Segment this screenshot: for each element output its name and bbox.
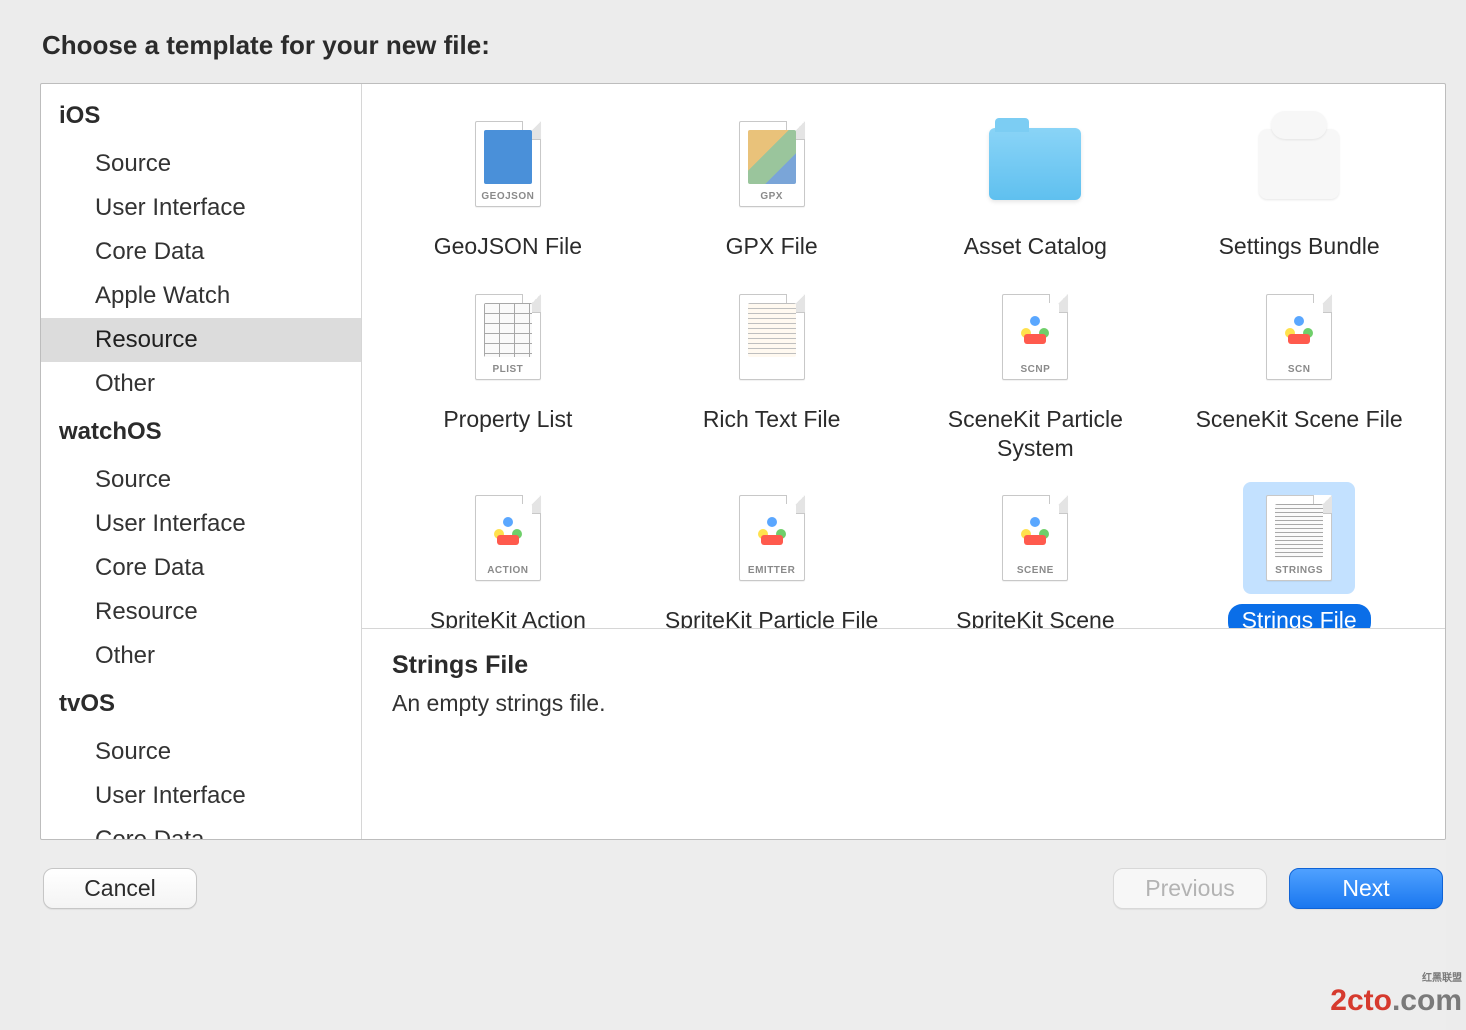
template-item[interactable]: ACTION SpriteKit Action [376, 482, 640, 628]
file-icon: STRINGS [1266, 495, 1332, 581]
template-icon: GPX [716, 108, 828, 220]
sidebar-item[interactable]: Core Data [41, 230, 361, 274]
new-file-template-dialog: Choose a template for your new file: iOS… [40, 0, 1446, 1030]
bundle-icon [1259, 129, 1339, 199]
template-item[interactable]: GPX GPX File [640, 108, 904, 263]
sidebar-item[interactable]: Other [41, 362, 361, 406]
template-label: SpriteKit Scene [942, 604, 1129, 628]
sidebar-header: watchOS [41, 406, 361, 458]
template-icon: SCN [1243, 281, 1355, 393]
file-icon: SCENE [1002, 495, 1068, 581]
sidebar-item[interactable]: Core Data [41, 818, 361, 839]
template-item[interactable]: SCENE SpriteKit Scene [904, 482, 1168, 628]
sidebar-item[interactable]: Source [41, 142, 361, 186]
file-icon: SCN [1266, 294, 1332, 380]
template-item[interactable]: SCNP SceneKit Particle System [904, 281, 1168, 465]
template-icon: GEOJSON [452, 108, 564, 220]
template-grid: GEOJSON GeoJSON File GPX GPX File Asset Cata… [362, 84, 1445, 628]
template-icon [979, 108, 1091, 220]
template-icon: EMITTER [716, 482, 828, 594]
folder-icon [989, 128, 1081, 200]
sidebar-item[interactable]: User Interface [41, 502, 361, 546]
template-label: GeoJSON File [420, 230, 596, 263]
template-label: SpriteKit Action [416, 604, 600, 628]
next-button[interactable]: Next [1289, 868, 1443, 909]
template-icon [716, 281, 828, 393]
cancel-button[interactable]: Cancel [43, 868, 197, 909]
sidebar-item[interactable]: User Interface [41, 774, 361, 818]
template-label: Settings Bundle [1205, 230, 1394, 263]
sidebar-item[interactable]: User Interface [41, 186, 361, 230]
details-pane: Strings File An empty strings file. [362, 628, 1445, 839]
template-icon: ACTION [452, 482, 564, 594]
template-label: Strings File [1228, 604, 1371, 628]
template-item[interactable]: PLIST Property List [376, 281, 640, 465]
file-icon: SCNP [1002, 294, 1068, 380]
template-item[interactable]: SCN SceneKit Scene File [1167, 281, 1431, 465]
dialog-title: Choose a template for your new file: [40, 0, 1446, 83]
template-icon: SCENE [979, 482, 1091, 594]
previous-button[interactable]: Previous [1113, 868, 1267, 909]
template-item[interactable]: STRINGS Strings File [1167, 482, 1431, 628]
file-icon: GPX [739, 121, 805, 207]
file-icon: EMITTER [739, 495, 805, 581]
template-label: SpriteKit Particle File [651, 604, 892, 628]
template-icon [1243, 108, 1355, 220]
template-item[interactable]: Asset Catalog [904, 108, 1168, 263]
template-label: GPX File [712, 230, 832, 263]
sidebar-item[interactable]: Core Data [41, 546, 361, 590]
sidebar-header: tvOS [41, 678, 361, 730]
template-label: SceneKit Scene File [1182, 403, 1417, 436]
sidebar-header: iOS [41, 90, 361, 142]
file-icon: ACTION [475, 495, 541, 581]
file-icon: PLIST [475, 294, 541, 380]
sidebar: iOSSourceUser InterfaceCore DataApple Wa… [41, 84, 362, 839]
sidebar-item[interactable]: Source [41, 458, 361, 502]
template-item[interactable]: Settings Bundle [1167, 108, 1431, 263]
sidebar-item[interactable]: Resource [41, 590, 361, 634]
main-panel: iOSSourceUser InterfaceCore DataApple Wa… [40, 83, 1446, 840]
template-icon: SCNP [979, 281, 1091, 393]
sidebar-item[interactable]: Apple Watch [41, 274, 361, 318]
template-icon: PLIST [452, 281, 564, 393]
template-label: Asset Catalog [950, 230, 1121, 263]
details-description: An empty strings file. [392, 690, 1415, 717]
template-item[interactable]: GEOJSON GeoJSON File [376, 108, 640, 263]
template-icon: STRINGS [1243, 482, 1355, 594]
template-label: Property List [429, 403, 586, 436]
sidebar-item[interactable]: Other [41, 634, 361, 678]
footer: Cancel Previous Next [40, 840, 1446, 909]
template-label: SceneKit Particle System [911, 403, 1159, 465]
right-pane: GEOJSON GeoJSON File GPX GPX File Asset Cata… [362, 84, 1445, 839]
file-icon [739, 294, 805, 380]
template-label: Rich Text File [689, 403, 855, 436]
watermark: 红黑联盟 2cto.com [1330, 974, 1462, 1018]
template-item[interactable]: EMITTER SpriteKit Particle File [640, 482, 904, 628]
sidebar-item[interactable]: Resource [41, 318, 361, 362]
template-item[interactable]: Rich Text File [640, 281, 904, 465]
sidebar-item[interactable]: Source [41, 730, 361, 774]
details-title: Strings File [392, 651, 1415, 680]
file-icon: GEOJSON [475, 121, 541, 207]
